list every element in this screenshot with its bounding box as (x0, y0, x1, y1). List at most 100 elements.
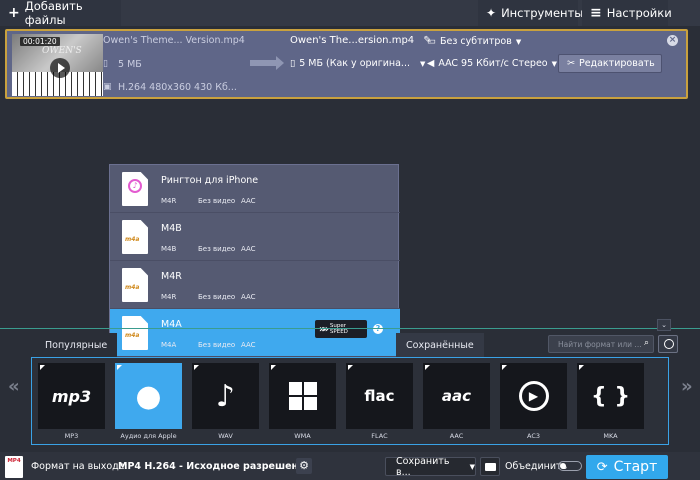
document-icon: ▯ (290, 58, 296, 69)
format-glyph: mp3 (51, 386, 92, 406)
gear-icon[interactable]: ⚙ (296, 458, 312, 474)
preset-row[interactable]: ♪ Рингтон для iPhone M4R Без видео AAC (110, 165, 400, 213)
video-converter-window: + Добавить файлы ✦ Инструменты ≡ Настрой… (0, 0, 700, 480)
save-to-dropdown[interactable]: Сохранить в... ▼ (385, 455, 476, 478)
format-label: AC3 (526, 432, 540, 440)
format-glyph: aac (441, 387, 472, 405)
aac-icon: aac (442, 387, 471, 405)
preset-title: M4R (161, 271, 182, 282)
flac-icon: flac (364, 387, 394, 405)
corner-mark (348, 365, 353, 370)
format-tile[interactable] (269, 363, 336, 429)
mp3-icon: mp3 (52, 387, 91, 406)
superspeed-line2: SPEED (329, 329, 348, 335)
source-video-info: H.264 480x360 430 Кб... (118, 82, 237, 93)
speech-bubble-icon: ▭ (427, 36, 436, 47)
corner-mark (425, 365, 430, 370)
preset-codec: M4R (161, 197, 177, 205)
chevron-down-icon: ▼ (515, 37, 522, 46)
preset-row[interactable]: m4aM4AM4AБез видеоAAC»»SuperSPEED? (110, 309, 400, 357)
format-tile[interactable]: flac (346, 363, 413, 429)
preset-row[interactable]: m4a M4R M4R Без видео AAC (110, 261, 400, 309)
detect-device-icon[interactable] (658, 335, 678, 353)
m4a-file-icon: m4a (122, 316, 148, 350)
corner-mark (502, 365, 507, 370)
format-tile[interactable]: ▶ (500, 363, 567, 429)
preset-video: Без видео (198, 245, 236, 253)
output-format-label: Формат на выходе: (31, 461, 128, 472)
play-circle-icon: ▶ (518, 381, 549, 411)
output-size-dropdown[interactable]: ▯ 5 МБ (Как у оригина... ▼ (290, 58, 425, 69)
chevron-down-icon: ▼ (419, 59, 426, 68)
start-button[interactable]: ⟳ Старт (586, 455, 668, 479)
tools-button[interactable]: ✦ Инструменты (478, 0, 583, 26)
merge-toggle[interactable] (558, 461, 582, 471)
preset-audio: AAC (241, 245, 256, 253)
save-to-label: Сохранить в... (396, 455, 450, 478)
tab-saved[interactable]: Сохранённые (396, 333, 484, 357)
preset-audio: AAC (241, 341, 256, 349)
chevron-down-icon: ▼ (551, 59, 558, 68)
convert-arrow-icon (250, 56, 284, 70)
video-thumbnail[interactable]: OWEN'S 00:01:20 (12, 34, 103, 96)
speaker-icon: ◀ (427, 58, 435, 69)
folder-icon[interactable] (480, 457, 500, 476)
format-tile[interactable]: mp3 (38, 363, 105, 429)
corner-mark (271, 365, 276, 370)
preset-row[interactable]: m4a M4B M4B Без видео AAC (110, 213, 400, 261)
output-format-value[interactable]: MP4 H.264 - Исходное разрешение (118, 461, 311, 472)
format-label: WMA (294, 432, 311, 440)
audio-value: AAC 95 Кбит/с Стерео (438, 58, 548, 69)
format-tile[interactable]: ● (115, 363, 182, 429)
collapse-chevron-icon[interactable]: ⌄ (657, 319, 671, 331)
duration-badge: 00:01:20 (20, 37, 60, 46)
help-icon[interactable]: ? (373, 324, 383, 334)
output-size-value: 5 МБ (Как у оригина... (299, 58, 410, 69)
close-icon[interactable]: × (667, 35, 678, 46)
corner-mark (579, 365, 584, 370)
m4a-file-icon: m4a (122, 220, 148, 254)
tools-label: Инструменты (501, 6, 584, 20)
format-tile[interactable]: { } (577, 363, 644, 429)
corner-mark (40, 365, 45, 370)
add-files-button[interactable]: + Добавить файлы (0, 0, 121, 27)
format-label: MKA (603, 432, 618, 440)
corner-mark (194, 365, 199, 370)
preset-codec: M4B (161, 245, 177, 253)
scroll-right-icon[interactable]: » (681, 376, 693, 397)
music-note-icon: ♪ (216, 379, 235, 414)
preset-video: Без видео (198, 341, 236, 349)
format-badge-icon: MP4 (5, 456, 23, 478)
format-tile[interactable]: ♪ (192, 363, 259, 429)
format-tile[interactable]: aac (423, 363, 490, 429)
ringtone-icon: ♪ (122, 172, 148, 206)
preset-title: Рингтон для iPhone (161, 175, 259, 186)
preset-codec: M4R (161, 293, 177, 301)
source-file-name: Owen's Theme... Version.mp4 (103, 35, 245, 46)
settings-label: Настройки (606, 6, 672, 20)
search-placeholder: Найти формат или ... (558, 339, 642, 349)
edit-button[interactable]: ✂ Редактировать (558, 54, 662, 73)
search-icon[interactable]: ⌕ (644, 338, 649, 348)
subtitles-dropdown[interactable]: ▭ Без субтитров ▼ (427, 36, 521, 47)
tab-popular[interactable]: Популярные (35, 333, 118, 357)
settings-button[interactable]: ≡ Настройки (582, 0, 672, 26)
windows-icon (288, 382, 317, 410)
apple-icon: ● (135, 378, 162, 414)
play-icon[interactable] (50, 58, 70, 78)
edit-label: Редактировать (578, 58, 655, 69)
format-label: Аудио для Apple (120, 432, 177, 440)
preset-video: Без видео (198, 293, 236, 301)
m4a-file-icon: m4a (122, 268, 148, 302)
scroll-left-icon[interactable]: « (8, 376, 20, 397)
format-label: MP3 (64, 432, 79, 440)
source-file-size: 5 МБ (118, 59, 142, 70)
format-search-input[interactable]: Найти формат или ... ⌕ (548, 335, 654, 353)
format-glyph: ♪ (215, 378, 236, 414)
film-icon: ▣ (103, 82, 112, 92)
audio-dropdown[interactable]: ◀ AAC 95 Кбит/с Стерео ▼ (427, 58, 557, 69)
preset-audio: AAC (241, 197, 256, 205)
output-file-name[interactable]: Owen's The...ersion.mp4 ✎ (290, 35, 432, 46)
preset-title: M4B (161, 223, 182, 234)
document-icon: ▯ (103, 59, 108, 69)
